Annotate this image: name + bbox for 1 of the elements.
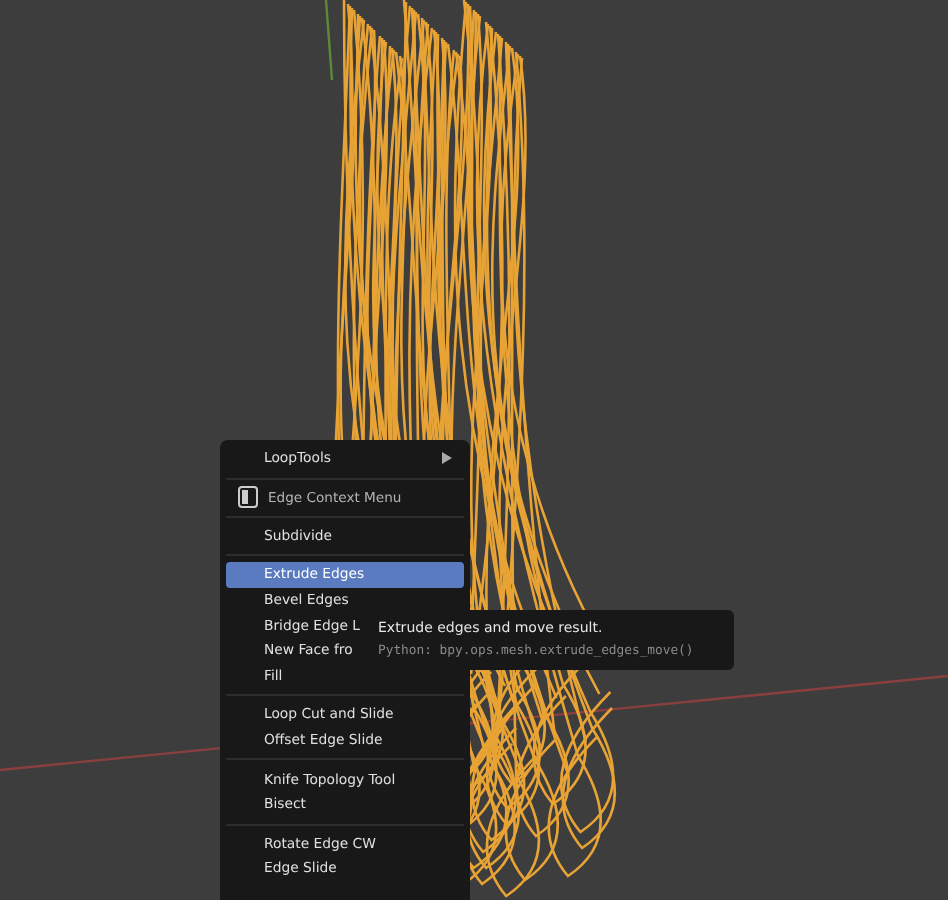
- menu-icon: [238, 486, 258, 509]
